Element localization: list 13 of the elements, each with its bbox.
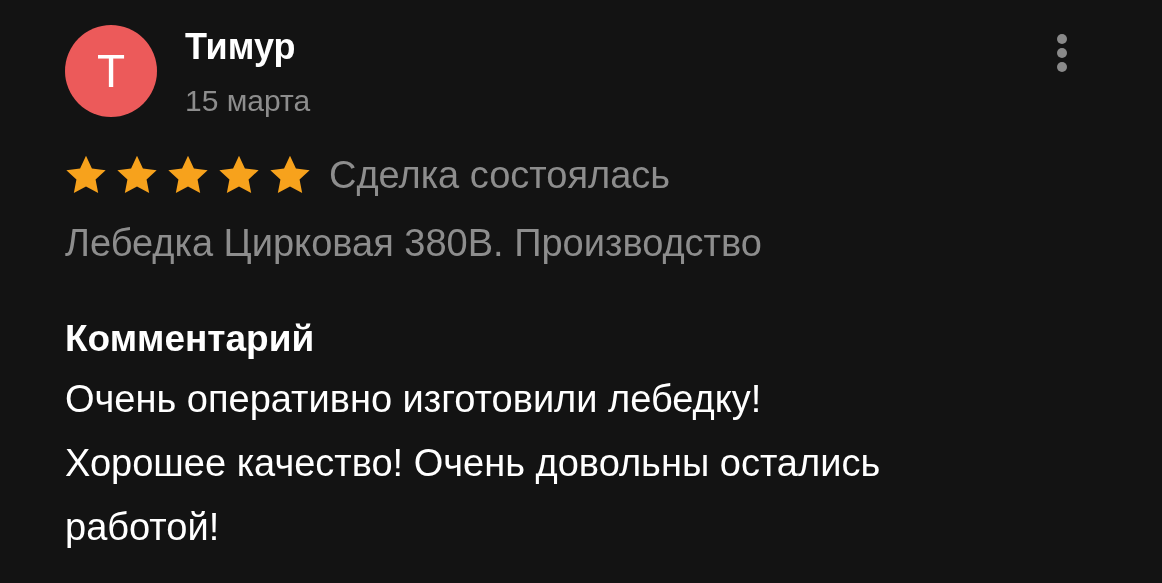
- star-icon: [167, 155, 209, 195]
- comment-heading: Комментарий: [65, 317, 316, 361]
- star-icon: [116, 155, 158, 195]
- more-options-icon[interactable]: [1055, 33, 1069, 73]
- product-title: Лебедка Цирковая 380В. Производство: [65, 221, 763, 266]
- star-icon: [269, 155, 311, 195]
- star-icon: [65, 155, 107, 195]
- comment-text: Очень оперативно изготовили лебедку! Хорошее качество! Очень довольны остались работой!: [65, 377, 882, 550]
- deal-status: Сделка состоялась: [329, 153, 671, 198]
- author-name: Тимур: [185, 25, 297, 69]
- review-date: 15 марта: [185, 83, 311, 119]
- star-icon: [218, 155, 260, 195]
- avatar: Т: [65, 25, 157, 117]
